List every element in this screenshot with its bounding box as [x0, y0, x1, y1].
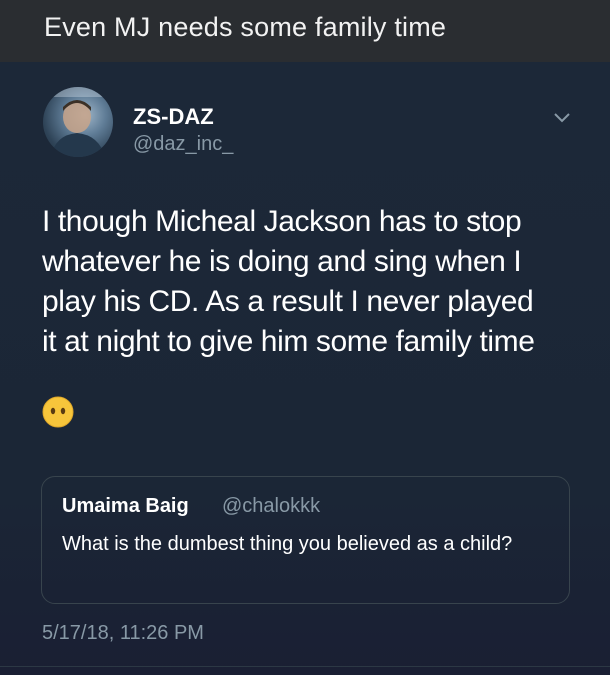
face-without-mouth-icon — [42, 396, 74, 428]
tweet-timestamp[interactable]: 5/17/18, 11:26 PM — [42, 622, 204, 645]
chevron-down-icon[interactable] — [553, 112, 571, 124]
meme-caption-bar: Even MJ needs some family time — [0, 0, 610, 62]
tweet-text-line: I though Micheal Jackson has to stop — [42, 205, 522, 238]
quoted-tweet-text: What is the dumbest thing you believed a… — [62, 533, 513, 555]
tweet-text: I though Micheal Jackson has to stop wha… — [42, 202, 582, 362]
meme-caption: Even MJ needs some family time — [44, 12, 447, 42]
author-avatar[interactable] — [43, 87, 113, 157]
tweet-text-line: play his CD. As a result I never played — [42, 285, 534, 318]
profile-photo-icon — [43, 87, 113, 157]
quoted-author-name[interactable]: Umaima Baig — [62, 495, 189, 518]
tweet-card[interactable]: ZS-DAZ @daz_inc_ I though Micheal Jackso… — [0, 62, 610, 675]
tweet-text-line: whatever he is doing and sing when I — [42, 245, 522, 278]
author-name[interactable]: ZS-DAZ — [133, 104, 214, 130]
quoted-author-handle[interactable]: @chalokkk — [222, 495, 320, 518]
quoted-tweet[interactable]: Umaima Baig @chalokkk What is the dumbes… — [41, 476, 570, 604]
author-handle[interactable]: @daz_inc_ — [133, 133, 233, 156]
divider — [0, 666, 610, 667]
tweet-text-line: it at night to give him some family time — [42, 325, 535, 358]
